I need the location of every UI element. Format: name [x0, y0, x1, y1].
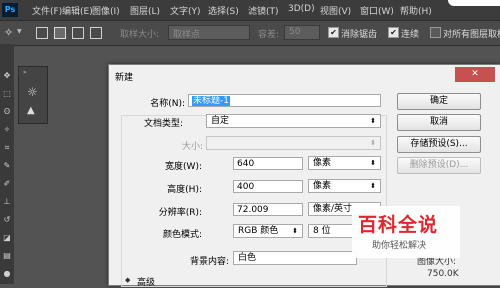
bit-depth-value: 8 位	[313, 226, 331, 236]
magic-wand-icon[interactable]: ✧	[4, 26, 13, 39]
height-unit-select[interactable]: 像素 ⬍	[308, 179, 381, 193]
stamp-tool-icon[interactable]: ⊥	[1, 196, 13, 208]
menu-select[interactable]: 选择(S)	[208, 4, 239, 17]
history-brush-icon[interactable]: ↺	[1, 214, 13, 226]
resolution-unit-value: 像素/英寸	[313, 204, 353, 214]
intersect-selection-icon[interactable]	[90, 27, 102, 39]
dodge-tool-icon[interactable]: ●	[1, 268, 13, 280]
width-label: 宽度(W):	[165, 162, 202, 172]
resolution-label: 分辨率(R):	[158, 208, 202, 218]
contiguous-checkbox[interactable]: ✔	[388, 27, 399, 38]
brightness-icon[interactable]: ☼	[27, 85, 38, 99]
doc-type-value: 自定	[211, 116, 230, 126]
menu-view[interactable]: 视图(V)	[320, 4, 351, 17]
save-preset-button[interactable]: 存储预设(S)...	[397, 136, 481, 153]
height-label: 高度(H):	[167, 185, 202, 195]
menu-3d[interactable]: 3D(D)	[288, 4, 315, 14]
eraser-tool-icon[interactable]: ◪	[1, 232, 13, 244]
menu-bar: Ps 文件(F) 编辑(E) 图像(I) 图层(L) 文字(Y) 选择(S) 滤…	[0, 0, 500, 20]
menu-filter[interactable]: 滤镜(T)	[248, 4, 279, 17]
updown-arrows-icon: ⬍	[370, 139, 376, 147]
height-input[interactable]: 400	[233, 180, 303, 193]
app-logo-icon: Ps	[2, 3, 18, 17]
mini-panel: » ☼ ▲	[18, 66, 48, 124]
name-value: 未标题-1	[192, 96, 230, 106]
watermark: 百科全说 助你轻松解决	[352, 206, 460, 258]
window-corner	[448, 0, 500, 6]
image-size-value: 750.0K	[427, 269, 459, 279]
color-mode-value: RGB 颜色	[238, 226, 279, 236]
dialog-titlebar: 新建 ✕	[109, 65, 500, 85]
subtract-selection-icon[interactable]	[72, 27, 84, 39]
name-label: 名称(N):	[150, 99, 185, 109]
crop-tool-icon[interactable]: ⌗	[1, 142, 13, 154]
advanced-toggle-icon[interactable]: ◆	[125, 276, 130, 284]
chevron-down-icon[interactable]: ▼	[17, 28, 22, 35]
wand-tool-icon[interactable]: ✧	[1, 124, 13, 136]
move-tool-icon[interactable]: ✥	[1, 70, 13, 82]
menu-help[interactable]: 帮助(H)	[400, 4, 432, 17]
collapse-icon[interactable]: »	[23, 69, 27, 76]
updown-arrows-icon: ⬍	[370, 182, 376, 190]
color-mode-select[interactable]: RGB 颜色 ⬍	[233, 224, 303, 238]
updown-arrows-icon: ⬍	[370, 159, 376, 167]
watermark-title: 百科全说	[358, 214, 439, 236]
ok-button[interactable]: 确定	[397, 93, 481, 110]
cancel-button[interactable]: 取消	[397, 114, 481, 131]
doc-type-select[interactable]: 自定 ⬍	[206, 114, 381, 128]
menu-layer[interactable]: 图层(L)	[130, 4, 160, 17]
menu-window[interactable]: 窗口(W)	[360, 4, 394, 17]
width-unit-select[interactable]: 像素 ⬍	[308, 156, 381, 170]
updown-arrows-icon: ⬍	[292, 227, 298, 235]
width-input[interactable]: 640	[233, 157, 303, 170]
advanced-label[interactable]: 高级	[137, 275, 155, 288]
add-selection-icon[interactable]	[54, 27, 66, 39]
background-label: 背景内容:	[189, 257, 229, 267]
tools-panel: ✥ ⬚ ʘ ✧ ⌗ ✎ ✐ ⊥ ↺ ◪ ▤ ●	[0, 44, 14, 284]
color-mode-label: 颜色模式:	[162, 230, 202, 240]
all-layers-label: 对所有图层取样	[443, 30, 500, 40]
marquee-tool-icon[interactable]: ⬚	[1, 88, 13, 100]
updown-arrows-icon: ⬍	[370, 117, 376, 125]
tolerance-value: 50	[289, 27, 301, 37]
dialog-title: 新建	[115, 73, 134, 83]
tolerance-input[interactable]: 50	[284, 25, 320, 40]
brush-tool-icon[interactable]: ✐	[1, 178, 13, 190]
sample-size-label: 取样大小:	[120, 30, 160, 40]
background-value: 白色	[238, 253, 257, 263]
eyedropper-tool-icon[interactable]: ✎	[1, 160, 13, 172]
menu-file[interactable]: 文件(F)	[32, 4, 62, 17]
menu-type[interactable]: 文字(Y)	[170, 4, 201, 17]
tolerance-label: 容差:	[258, 30, 280, 40]
doc-type-label: 文档类型:	[143, 119, 183, 129]
height-unit-value: 像素	[313, 181, 332, 191]
size-select[interactable]: ⬍	[206, 136, 381, 150]
size-label: 大小:	[181, 142, 203, 152]
gradient-tool-icon[interactable]: ▤	[1, 250, 13, 262]
sample-size-value: 取样点	[173, 30, 201, 40]
contiguous-label: 连续	[401, 30, 420, 40]
all-layers-checkbox[interactable]	[430, 27, 441, 38]
background-select[interactable]: 白色	[233, 251, 357, 265]
options-bar: ✧ ▼ 取样大小: 取样点 容差: 50 ✔ 消除锯齿 ✔ 连续 对所有图层取样	[0, 20, 500, 46]
lasso-tool-icon[interactable]: ʘ	[1, 106, 13, 118]
antialias-label: 消除锯齿	[341, 30, 378, 40]
close-button[interactable]: ✕	[455, 67, 495, 82]
menu-edit[interactable]: 编辑(E)	[62, 4, 93, 17]
antialias-checkbox[interactable]: ✔	[328, 27, 339, 38]
name-input[interactable]: 未标题-1	[188, 94, 381, 107]
sample-size-select[interactable]: 取样点	[168, 25, 250, 40]
resolution-input[interactable]: 72.009	[233, 203, 303, 216]
menu-image[interactable]: 图像(I)	[92, 4, 120, 17]
new-selection-icon[interactable]	[36, 27, 48, 39]
delete-preset-button[interactable]: 删除预设(D)...	[397, 157, 481, 174]
width-unit-value: 像素	[313, 158, 332, 168]
watermark-subtitle: 助你轻松解决	[372, 241, 427, 251]
levels-icon[interactable]: ▲	[27, 105, 35, 116]
